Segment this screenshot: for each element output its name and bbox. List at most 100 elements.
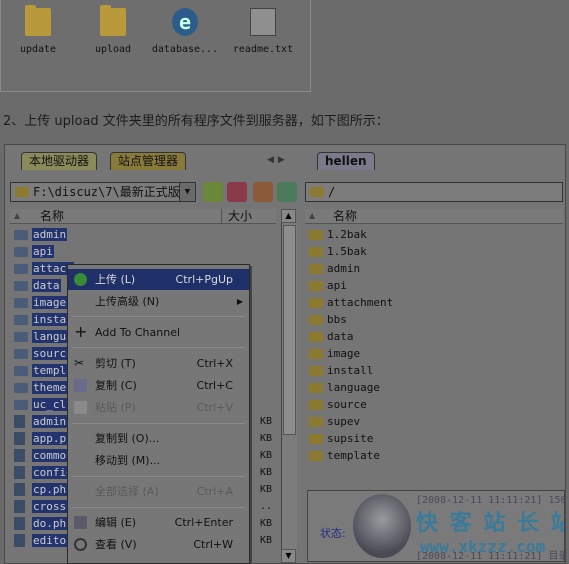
folder-icon xyxy=(309,332,323,342)
folder-icon xyxy=(14,315,28,325)
menu-item-upload-advanced[interactable]: 上传高级 (N) ▶ xyxy=(68,291,249,312)
sort-icon: ▲ xyxy=(14,211,21,220)
list-item[interactable]: supsite xyxy=(305,430,563,447)
copy-icon xyxy=(74,379,87,392)
menu-item-move-to[interactable]: 移动到 (M)... xyxy=(68,450,249,471)
folder-icon xyxy=(14,230,28,240)
list-item[interactable]: install xyxy=(305,362,563,379)
scroll-down-icon[interactable]: ▼ xyxy=(281,549,296,563)
list-item[interactable]: data xyxy=(305,328,563,345)
list-item[interactable]: api xyxy=(10,243,278,260)
remote-column-header: ▲ 名称 xyxy=(305,209,563,224)
local-column-header: ▲ 名称 大小 xyxy=(10,209,276,224)
php-file-icon xyxy=(14,483,25,496)
scroll-up-icon[interactable]: ▲ xyxy=(281,209,296,223)
folder-icon xyxy=(309,366,323,376)
folder-icon xyxy=(309,434,323,444)
list-item[interactable]: image xyxy=(305,345,563,362)
tab-local-drive[interactable]: 本地驱动器 xyxy=(21,152,98,170)
folder-icon xyxy=(14,400,28,410)
local-col-name[interactable]: 名称 xyxy=(40,209,64,223)
delete-icon[interactable] xyxy=(253,182,273,202)
watermark-url: www.xkzzz.com xyxy=(420,537,546,556)
file-item-upload[interactable]: upload xyxy=(77,5,149,55)
php-file-icon xyxy=(14,432,25,445)
up-folder-icon[interactable] xyxy=(203,182,223,202)
remote-file-list: 1.2bak 1.5bak admin api attachment bbs d… xyxy=(305,226,563,466)
menu-item-edit[interactable]: 编辑 (E) Ctrl+Enter xyxy=(68,512,249,533)
folder-icon xyxy=(309,298,323,308)
file-item-database[interactable]: e database... xyxy=(149,8,221,55)
menu-item-upload[interactable]: 上传 (L) Ctrl+PgUp xyxy=(68,269,249,290)
chevron-down-icon[interactable]: ▼ xyxy=(179,183,195,201)
file-label: upload xyxy=(94,44,132,55)
local-scrollbar[interactable] xyxy=(281,223,297,549)
php-file-icon xyxy=(14,449,25,462)
folder-icon xyxy=(14,264,28,274)
folder-icon xyxy=(14,349,28,359)
folder-icon xyxy=(310,187,324,197)
plus-icon: + xyxy=(74,322,88,341)
file-item-readme[interactable]: readme.txt xyxy=(227,8,299,55)
refresh-icon[interactable] xyxy=(277,182,297,202)
list-item[interactable]: bbs xyxy=(305,311,563,328)
remote-col-name[interactable]: 名称 xyxy=(333,209,357,223)
view-icon xyxy=(74,538,87,551)
bookmark-icon[interactable] xyxy=(227,182,247,202)
list-item[interactable]: admin xyxy=(305,260,563,277)
scroll-thumb[interactable] xyxy=(283,225,296,435)
local-path-select[interactable]: F:\discuz\7\最新正式版本\ ▼ xyxy=(10,182,196,202)
avatar xyxy=(353,494,411,558)
step-caption: 2、上传 upload 文件夹里的所有程序文件到服务器，如下图所示： xyxy=(3,114,389,129)
tab-site-manager[interactable]: 站点管理器 xyxy=(110,152,187,170)
folder-icon xyxy=(100,5,126,36)
folder-icon xyxy=(14,281,28,291)
local-col-size[interactable]: 大小 xyxy=(221,209,252,223)
folder-icon xyxy=(309,281,323,291)
menu-separator xyxy=(72,507,245,508)
upload-arrow-icon xyxy=(74,273,87,286)
list-item[interactable]: template xyxy=(305,447,563,464)
submenu-arrow-icon: ▶ xyxy=(236,297,243,306)
list-item[interactable]: api xyxy=(305,277,563,294)
list-item[interactable]: 1.5bak xyxy=(305,243,563,260)
folder-icon xyxy=(309,417,323,427)
menu-item-add-to-channel[interactable]: + Add To Channel xyxy=(68,322,249,343)
folder-icon xyxy=(14,298,28,308)
folder-icon xyxy=(14,383,28,393)
file-icon-panel: update upload e database... readme.txt xyxy=(0,0,311,92)
tab-scroll-arrows[interactable]: ◀▶ xyxy=(267,155,289,165)
tab-remote-hellen[interactable]: hellen xyxy=(317,152,375,170)
folder-icon xyxy=(309,451,323,461)
folder-icon xyxy=(25,5,51,36)
menu-item-select-all[interactable]: 全部选择 (A) Ctrl+A xyxy=(68,481,249,502)
list-item[interactable]: 1.2bak xyxy=(305,226,563,243)
folder-icon xyxy=(309,400,323,410)
list-item[interactable]: attachment xyxy=(305,294,563,311)
menu-item-cut[interactable]: ✂ 剪切 (T) Ctrl+X xyxy=(68,353,249,374)
remote-path-field[interactable]: / xyxy=(305,182,563,202)
list-item[interactable]: source xyxy=(305,396,563,413)
edit-icon xyxy=(74,516,87,529)
folder-icon xyxy=(309,315,323,325)
watermark-title: 快 客 站 长 站 xyxy=(416,511,565,536)
local-path-value: F:\discuz\7\最新正式版本\ xyxy=(33,185,196,199)
paste-icon xyxy=(74,401,87,414)
menu-item-copy-to[interactable]: 复制到 (O)... xyxy=(68,428,249,449)
folder-icon xyxy=(309,264,323,274)
list-item[interactable]: language xyxy=(305,379,563,396)
file-label: readme.txt xyxy=(232,44,294,55)
text-file-icon xyxy=(250,8,276,36)
folder-icon xyxy=(309,349,323,359)
menu-item-view[interactable]: 查看 (V) Ctrl+W xyxy=(68,534,249,555)
menu-item-paste[interactable]: 粘贴 (P) Ctrl+V xyxy=(68,397,249,418)
menu-separator xyxy=(72,347,245,348)
php-file-icon xyxy=(14,500,25,513)
menu-item-copy[interactable]: 复制 (C) Ctrl+C xyxy=(68,375,249,396)
list-item[interactable]: admin xyxy=(10,226,278,243)
folder-icon xyxy=(14,247,28,257)
folder-icon xyxy=(15,187,29,197)
list-item[interactable]: supev xyxy=(305,413,563,430)
file-item-update[interactable]: update xyxy=(2,5,74,55)
file-label: database... xyxy=(151,44,219,55)
